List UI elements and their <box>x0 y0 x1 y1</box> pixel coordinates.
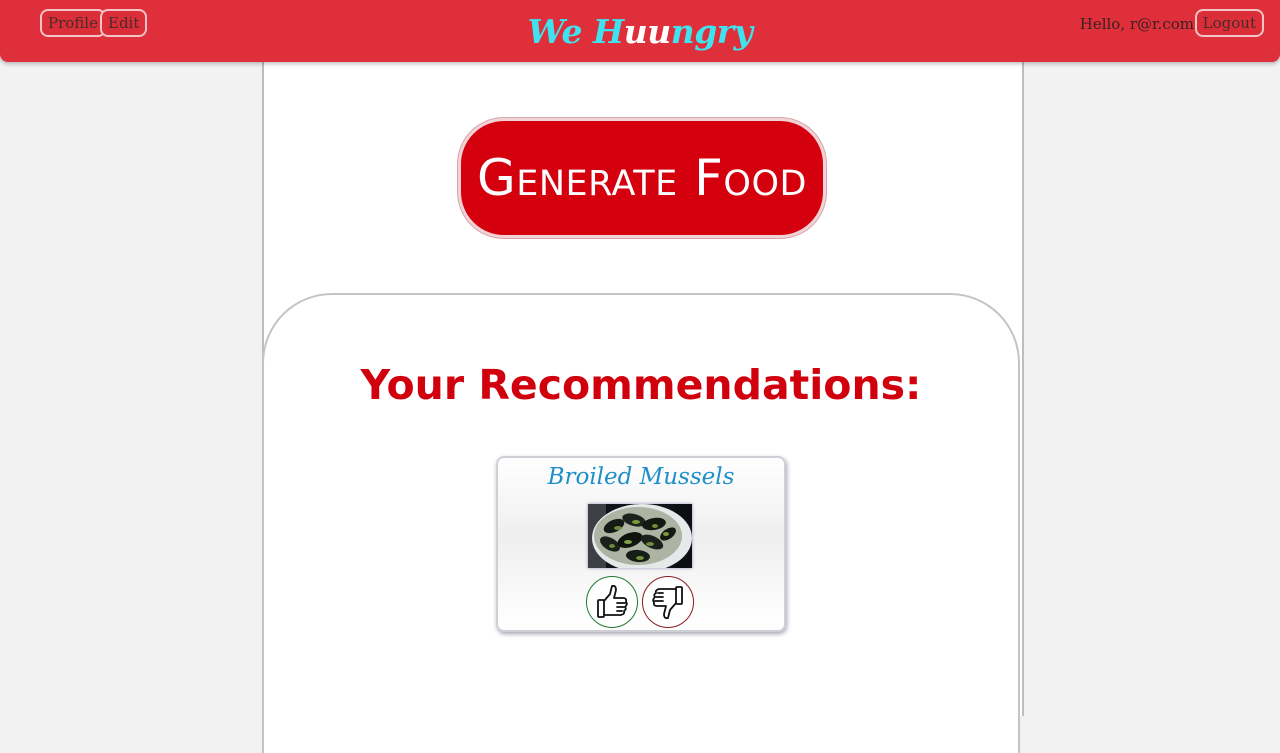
food-name[interactable]: Broiled Mussels <box>498 462 784 492</box>
brand-part-3: ngry <box>670 12 753 51</box>
mussels-photo[interactable] <box>588 504 692 572</box>
thumbs-up-icon <box>597 584 628 618</box>
thumbs-down-icon <box>652 586 683 620</box>
generate-food-button[interactable]: Generate Food <box>458 118 826 238</box>
dislike-button[interactable] <box>642 576 694 628</box>
brand-part-1: We H <box>527 12 625 51</box>
mussels-photo-graphic <box>588 504 692 572</box>
like-button[interactable] <box>586 576 638 628</box>
top-bar: Profile Edit We Huungry Hello, r@r.com! … <box>0 0 1280 62</box>
logout-button[interactable]: Logout <box>1194 9 1264 37</box>
brand-part-2: uu <box>623 12 672 51</box>
food-card: Broiled Mussels <box>496 456 786 632</box>
recommendations-title: Your Recommendations: <box>360 361 922 409</box>
user-greeting: Hello, r@r.com! <box>1079 15 1200 33</box>
